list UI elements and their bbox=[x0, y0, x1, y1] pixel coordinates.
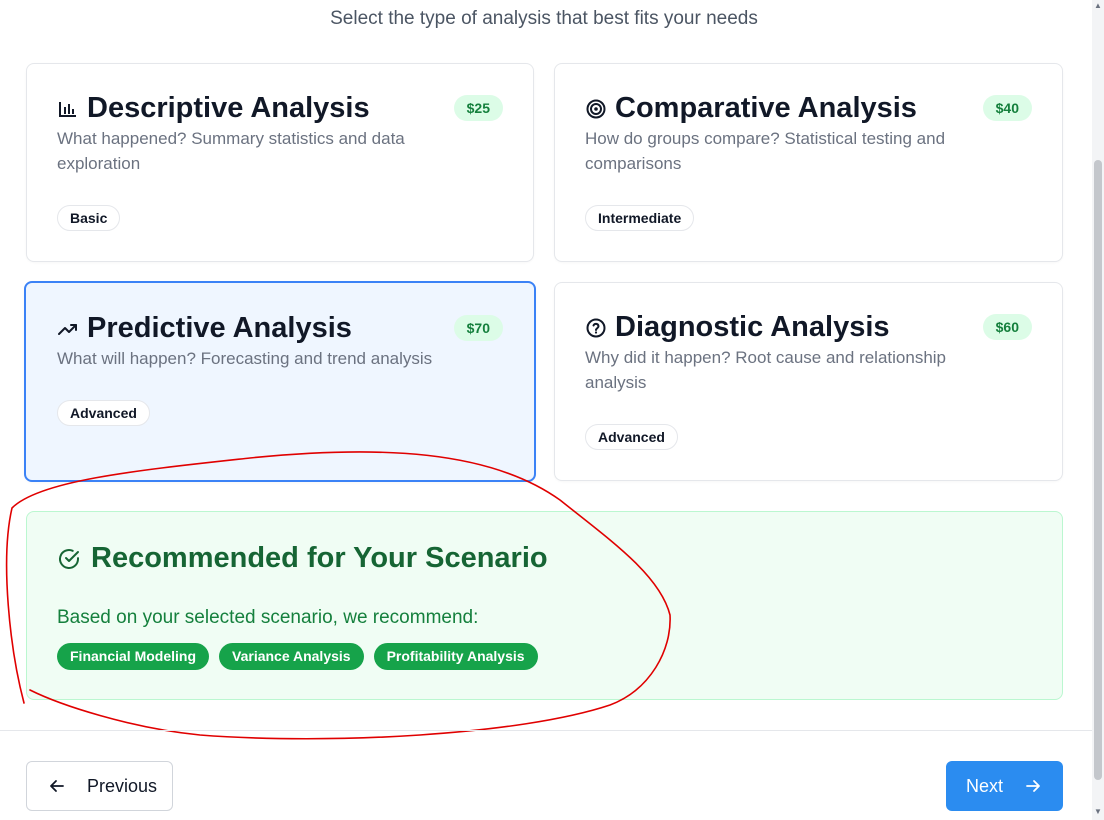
footer-divider bbox=[0, 730, 1092, 731]
target-icon bbox=[585, 98, 607, 120]
level-badge: Advanced bbox=[57, 400, 150, 426]
next-label: Next bbox=[966, 775, 1004, 796]
recommendation-title: Recommended for Your Scenario bbox=[57, 542, 548, 575]
card-title: Comparative Analysis bbox=[585, 92, 917, 125]
scroll-up-icon[interactable]: ▲ bbox=[1094, 2, 1102, 10]
card-description: What happened? Summary statistics and da… bbox=[57, 129, 405, 173]
level-badge: Intermediate bbox=[585, 205, 695, 231]
recommendation-tag: Financial Modeling bbox=[57, 643, 210, 670]
price-badge: $70 bbox=[453, 315, 503, 341]
price-badge: $25 bbox=[453, 95, 503, 121]
card-description: Why did it happen? Root cause and relati… bbox=[585, 348, 947, 392]
level-badge: Basic bbox=[57, 205, 121, 231]
recommendation-tag: Variance Analysis bbox=[219, 643, 364, 670]
card-title: Diagnostic Analysis bbox=[585, 311, 890, 344]
card-description: What will happen? Forecasting and trend … bbox=[57, 349, 433, 368]
price-badge: $40 bbox=[982, 95, 1032, 121]
next-button[interactable]: Next bbox=[946, 761, 1063, 811]
bar-chart-icon bbox=[57, 98, 79, 120]
previous-label: Previous bbox=[87, 775, 158, 796]
level-badge: Advanced bbox=[585, 424, 678, 450]
recommendation-tag: Profitability Analysis bbox=[373, 643, 538, 670]
analysis-card-predictive[interactable]: Predictive Analysis $70 What will happen… bbox=[24, 281, 536, 482]
page-subtitle: Select the type of analysis that best fi… bbox=[330, 8, 758, 29]
scroll-thumb[interactable] bbox=[1094, 160, 1102, 780]
card-title: Predictive Analysis bbox=[57, 312, 352, 345]
help-circle-icon bbox=[585, 317, 607, 339]
check-circle-icon bbox=[57, 547, 81, 571]
recommendation-text: Based on your selected scenario, we reco… bbox=[57, 607, 479, 628]
card-title: Descriptive Analysis bbox=[57, 92, 370, 125]
recommendation-panel: Recommended for Your Scenario Based on y… bbox=[26, 511, 1063, 700]
card-description: How do groups compare? Statistical testi… bbox=[585, 129, 946, 173]
analysis-card-comparative[interactable]: Comparative Analysis $40 How do groups c… bbox=[554, 63, 1063, 262]
arrow-left-icon bbox=[49, 778, 65, 794]
scroll-down-icon[interactable]: ▼ bbox=[1094, 808, 1102, 816]
analysis-card-diagnostic[interactable]: Diagnostic Analysis $60 Why did it happe… bbox=[554, 282, 1063, 481]
arrow-right-icon bbox=[1025, 778, 1041, 794]
price-badge: $60 bbox=[982, 314, 1032, 340]
scrollbar[interactable]: ▲ ▼ bbox=[1092, 0, 1104, 820]
previous-button[interactable]: Previous bbox=[26, 761, 173, 811]
analysis-card-descriptive[interactable]: Descriptive Analysis $25 What happened? … bbox=[26, 63, 534, 262]
trending-up-icon bbox=[57, 318, 79, 340]
recommendation-tags: Financial Modeling Variance Analysis Pro… bbox=[57, 643, 538, 670]
